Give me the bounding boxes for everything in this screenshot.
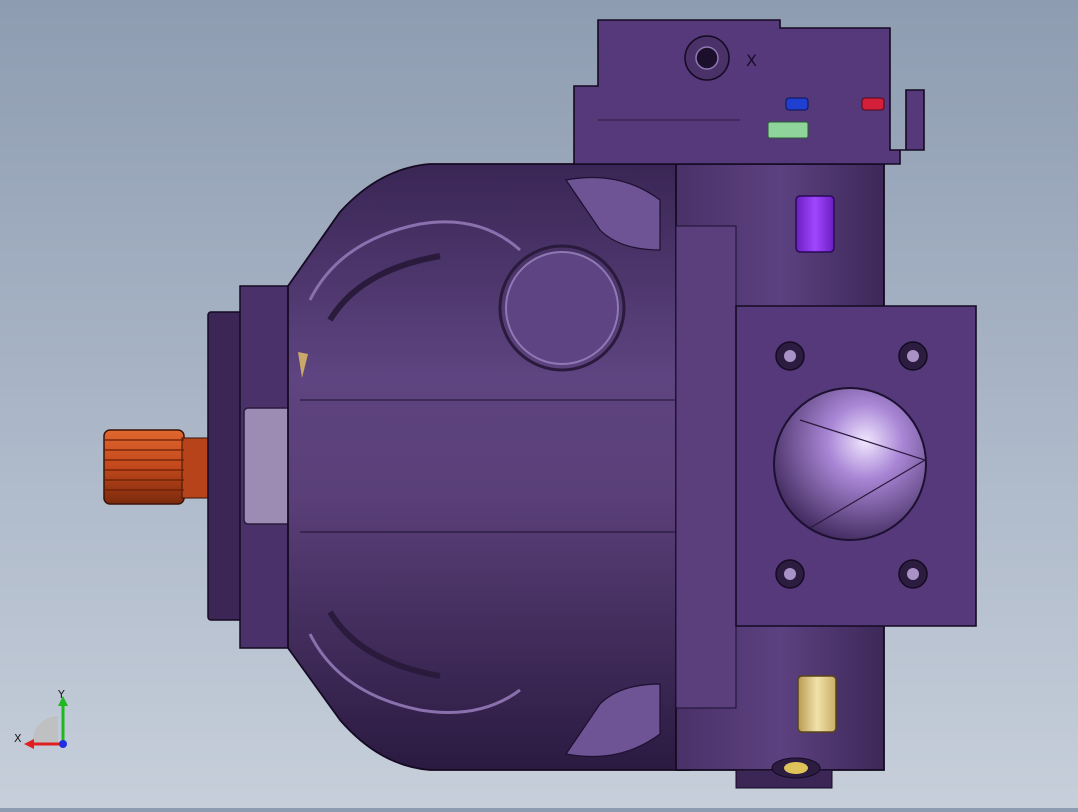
- triad-plane: [32, 716, 58, 744]
- flange-bolt-bottom-left[interactable]: [775, 559, 805, 589]
- drive-shaft[interactable]: [103, 429, 211, 505]
- green-nut[interactable]: [767, 121, 809, 139]
- coordinate-triad: Y X: [12, 686, 74, 752]
- x-axis-arrow: [24, 739, 34, 749]
- flange-bolt-top-right[interactable]: [898, 341, 928, 371]
- brass-fitting[interactable]: [797, 675, 837, 733]
- blue-plug[interactable]: [785, 97, 809, 111]
- control-valve[interactable]: X: [573, 19, 925, 165]
- flange-bolt-top-left[interactable]: [775, 341, 805, 371]
- y-axis-label: Y: [57, 688, 65, 701]
- z-axis-dot: [59, 740, 67, 748]
- pressure-port[interactable]: [773, 387, 927, 541]
- pump-housing[interactable]: [287, 163, 691, 771]
- pump-model[interactable]: X: [0, 0, 1078, 808]
- flange-bolt-bottom-right[interactable]: [898, 559, 928, 589]
- engraved-mark: X: [746, 51, 757, 70]
- x-axis-label: X: [14, 732, 22, 745]
- case-drain-plug[interactable]: [795, 195, 835, 253]
- red-plug[interactable]: [861, 97, 885, 111]
- cad-viewport[interactable]: X: [0, 0, 1078, 808]
- bottom-fitting-insert: [784, 762, 808, 774]
